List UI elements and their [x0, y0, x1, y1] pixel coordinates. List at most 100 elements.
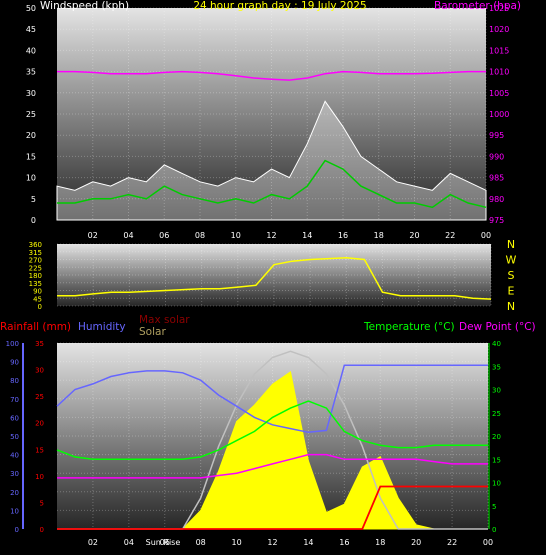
weather-chart: 0510152025303540455097598098599099510001…	[0, 0, 536, 547]
dew-point-legend: Dew Point (°C)	[459, 321, 536, 333]
x-tick-label: 14	[302, 231, 312, 240]
rain-tick-label: 30	[35, 367, 44, 375]
humidity-tick-label: 10	[10, 507, 19, 515]
barometer-tick-label: 980	[489, 195, 504, 204]
humidity-tick-label: 60	[10, 414, 19, 422]
x-tick-label: 16	[338, 231, 348, 240]
rain-tick-label: 20	[35, 420, 44, 428]
solar-legend: Solar	[139, 326, 166, 338]
humidity-tick-label: 90	[10, 359, 19, 367]
x-tick-label: 22	[447, 538, 457, 547]
temperature-tick-label: 20	[492, 433, 501, 441]
temperature-tick-label: 35	[492, 363, 501, 371]
wind-tick-label: 15	[26, 152, 36, 161]
temperature-tick-label: 40	[492, 340, 501, 348]
compass-label: W	[506, 254, 517, 267]
wind-axis-label: Windspeed (kph)	[40, 0, 129, 12]
barometer-tick-label: 1005	[489, 89, 509, 98]
direction-tick-label: 315	[29, 249, 42, 257]
temperature-tick-label: 30	[492, 387, 501, 395]
humidity-tick-label: 100	[6, 340, 19, 348]
x-tick-label: 16	[339, 538, 349, 547]
x-tick-label: 00	[483, 538, 493, 547]
x-tick-label: 02	[88, 538, 98, 547]
direction-tick-label: 45	[33, 295, 42, 303]
temperature-solar-panel: 0102030405060708090100051015202530350510…	[0, 314, 536, 547]
compass-label: N	[507, 300, 515, 313]
humidity-tick-label: 50	[10, 433, 19, 441]
temperature-tick-label: 10	[492, 480, 501, 488]
wind-tick-label: 45	[26, 25, 36, 34]
x-tick-label: 22	[445, 231, 455, 240]
wind-tick-label: 10	[26, 174, 36, 183]
x-tick-label: 12	[266, 231, 276, 240]
temperature-tick-label: 5	[492, 503, 496, 511]
compass-label: N	[507, 238, 515, 251]
barometer-tick-label: 975	[489, 216, 504, 225]
barometer-tick-label: 1020	[489, 25, 509, 34]
wind-tick-label: 25	[26, 110, 36, 119]
rainfall-legend: Rainfall (mm)	[0, 321, 71, 333]
x-tick-label: 10	[231, 231, 241, 240]
humidity-tick-label: 40	[10, 452, 19, 460]
compass-label: S	[508, 269, 515, 282]
rain-tick-label: 15	[35, 446, 44, 454]
direction-tick-label: 90	[33, 288, 42, 296]
rain-tick-label: 35	[35, 340, 44, 348]
x-tick-label: 10	[231, 538, 241, 547]
wind-tick-label: 40	[26, 46, 36, 55]
direction-tick-label: 360	[29, 241, 42, 249]
barometer-tick-label: 995	[489, 131, 504, 140]
humidity-tick-label: 80	[10, 377, 19, 385]
humidity-tick-label: 30	[10, 470, 19, 478]
wind-tick-label: 50	[26, 4, 36, 13]
x-tick-label: 06	[159, 231, 169, 240]
barometer-tick-label: 1000	[489, 110, 509, 119]
wind-direction-panel: 04590135180225270315360 NWSEN	[29, 238, 517, 313]
x-tick-label: 18	[375, 538, 385, 547]
max-solar-legend: Max solar	[139, 314, 190, 326]
temperature-tick-label: 0	[492, 526, 496, 534]
direction-tick-label: 135	[29, 280, 42, 288]
x-tick-label: 00	[481, 231, 491, 240]
direction-tick-label: 180	[29, 272, 42, 280]
barometer-tick-label: 990	[489, 152, 504, 161]
sunrise-label: Sun Rise	[146, 538, 181, 547]
rain-tick-label: 5	[40, 499, 44, 507]
rain-tick-label: 10	[35, 473, 44, 481]
barometer-tick-label: 985	[489, 174, 504, 183]
humidity-tick-label: 20	[10, 489, 19, 497]
direction-tick-label: 0	[38, 303, 42, 311]
direction-tick-label: 225	[29, 264, 42, 272]
wind-tick-label: 35	[26, 68, 36, 77]
temperature-legend: Temperature (°C)	[363, 321, 455, 333]
compass-label: E	[508, 285, 515, 298]
humidity-tick-label: 70	[10, 396, 19, 404]
humidity-tick-label: 0	[15, 526, 19, 534]
temperature-tick-label: 25	[492, 410, 501, 418]
barometer-tick-label: 1010	[489, 68, 509, 77]
x-tick-label: 02	[88, 231, 98, 240]
chart-title: 24 hour graph day : 19 July 2025	[193, 0, 366, 12]
rain-tick-label: 25	[35, 393, 44, 401]
x-tick-label: 20	[411, 538, 421, 547]
wind-tick-label: 5	[31, 195, 36, 204]
x-tick-label: 18	[374, 231, 384, 240]
rain-tick-label: 0	[40, 526, 44, 534]
x-tick-label: 12	[267, 538, 277, 547]
wind-tick-label: 30	[26, 89, 36, 98]
direction-tick-label: 270	[29, 257, 42, 265]
x-tick-label: 08	[196, 538, 206, 547]
x-tick-label: 04	[123, 231, 133, 240]
x-tick-label: 20	[409, 231, 419, 240]
temperature-tick-label: 15	[492, 456, 501, 464]
barometer-axis-label: Barometer (hpa)	[434, 0, 521, 12]
x-tick-label: 14	[303, 538, 313, 547]
humidity-legend: Humidity	[78, 321, 126, 333]
wind-barometer-panel: 0510152025303540455097598098599099510001…	[26, 0, 521, 240]
x-tick-label: 04	[124, 538, 134, 547]
wind-tick-label: 20	[26, 131, 36, 140]
barometer-tick-label: 1015	[489, 46, 509, 55]
x-tick-label: 08	[195, 231, 205, 240]
wind-tick-label: 0	[31, 216, 36, 225]
